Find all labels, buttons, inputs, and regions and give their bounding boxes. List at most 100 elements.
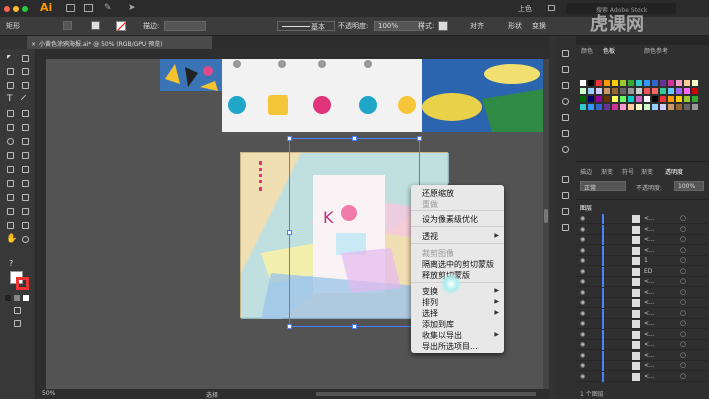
color-swatch[interactable] xyxy=(636,88,642,94)
menu-item-export-selection[interactable]: 导出所选项目... xyxy=(422,341,478,352)
color-swatch[interactable] xyxy=(668,88,674,94)
brushes-panel-icon[interactable] xyxy=(562,98,569,105)
color-swatch[interactable] xyxy=(588,88,594,94)
color-swatch[interactable] xyxy=(676,96,682,102)
color-swatch[interactable] xyxy=(604,96,610,102)
close-window-button[interactable] xyxy=(4,6,10,12)
menu-item-isolate-clipping-mask[interactable]: 隔离选中的剪切蒙版 xyxy=(422,259,494,270)
color-swatch[interactable] xyxy=(652,80,658,86)
rotate-tool-icon[interactable] xyxy=(7,138,14,145)
shape-builder-tool-icon[interactable] xyxy=(7,166,14,173)
visibility-eye-icon[interactable]: ◉ xyxy=(580,268,585,275)
color-swatch[interactable] xyxy=(580,80,586,86)
symbol-sprayer-tool-icon[interactable] xyxy=(7,208,14,215)
pen-tool-icon[interactable] xyxy=(7,82,14,89)
color-swatch[interactable] xyxy=(668,104,674,110)
target-circle-icon[interactable]: ○ xyxy=(680,225,686,233)
color-swatch[interactable] xyxy=(612,80,618,86)
color-swatch[interactable] xyxy=(628,80,634,86)
eraser-tool-icon[interactable] xyxy=(22,124,29,131)
layer-row[interactable]: ◉ ED ○ xyxy=(576,266,709,277)
target-circle-icon[interactable]: ○ xyxy=(680,361,686,369)
resize-handle[interactable] xyxy=(287,230,292,235)
color-swatch[interactable] xyxy=(596,80,602,86)
menu-item-arrange[interactable]: 排列 xyxy=(422,297,438,308)
lasso-tool-icon[interactable] xyxy=(22,68,29,75)
type-tool-icon[interactable]: T xyxy=(7,94,13,104)
target-circle-icon[interactable]: ○ xyxy=(680,277,686,285)
style-swatch[interactable] xyxy=(438,21,448,31)
color-swatch[interactable] xyxy=(580,96,586,102)
menu-item-select[interactable]: 选择 xyxy=(422,308,438,319)
color-swatch[interactable] xyxy=(596,96,602,102)
resize-handle[interactable] xyxy=(352,136,357,141)
color-swatch[interactable] xyxy=(604,80,610,86)
color-swatch[interactable] xyxy=(628,104,634,110)
color-swatch[interactable] xyxy=(588,96,594,102)
visibility-eye-icon[interactable]: ◉ xyxy=(580,341,585,348)
paintbrush-tool-icon[interactable] xyxy=(22,110,29,117)
transform-icon[interactable] xyxy=(63,21,72,30)
help-icon[interactable]: ? xyxy=(9,259,13,268)
swatch-grid[interactable] xyxy=(580,80,706,130)
artboard-tool-icon[interactable] xyxy=(7,222,14,229)
vertical-scrollbar[interactable] xyxy=(543,59,549,389)
align-link[interactable]: 对齐 xyxy=(470,21,484,31)
stroke-color-swatch[interactable] xyxy=(16,277,29,290)
symbols-panel-icon[interactable] xyxy=(562,114,569,121)
brush-definition-select[interactable]: 基本 xyxy=(277,21,335,31)
tab-gradient-2[interactable]: 渐变 xyxy=(641,167,653,176)
selection-bounding-box[interactable] xyxy=(287,136,422,329)
layer-row[interactable]: ◉ <... ○ xyxy=(576,340,709,350)
target-circle-icon[interactable]: ○ xyxy=(680,319,686,327)
target-circle-icon[interactable]: ○ xyxy=(680,235,686,243)
fill-swatch[interactable] xyxy=(91,21,100,30)
color-swatch[interactable] xyxy=(676,88,682,94)
color-swatch[interactable] xyxy=(612,88,618,94)
tab-transparency[interactable]: 透明度 xyxy=(665,167,683,176)
color-swatch[interactable] xyxy=(684,88,690,94)
menu-item-collect-for-export[interactable]: 收集以导出 xyxy=(422,330,462,341)
gradient-mode-icon[interactable] xyxy=(14,295,20,301)
menu-item-pixel-optimize[interactable]: 设为像素级优化 xyxy=(422,214,478,225)
visibility-eye-icon[interactable]: ◉ xyxy=(580,320,585,327)
color-swatch[interactable] xyxy=(660,96,666,102)
bridge-icon[interactable] xyxy=(66,4,75,12)
scrollbar-thumb[interactable] xyxy=(544,209,548,223)
layer-row[interactable]: ◉ <... ○ xyxy=(576,287,709,298)
line-tool-icon[interactable] xyxy=(20,94,31,105)
visibility-eye-icon[interactable]: ◉ xyxy=(580,352,585,359)
tab-color-guide[interactable]: 颜色参考 xyxy=(644,46,668,55)
target-circle-icon[interactable]: ○ xyxy=(680,298,686,306)
target-circle-icon[interactable]: ○ xyxy=(680,256,686,264)
color-swatch[interactable] xyxy=(692,96,698,102)
color-swatch[interactable] xyxy=(580,104,586,110)
resize-handle[interactable] xyxy=(352,324,357,329)
color-swatch[interactable] xyxy=(676,104,682,110)
slice-tool-icon[interactable] xyxy=(22,222,29,229)
color-swatch[interactable] xyxy=(644,96,650,102)
visibility-eye-icon[interactable]: ◉ xyxy=(580,373,585,380)
target-circle-icon[interactable]: ○ xyxy=(680,267,686,275)
mesh-tool-icon[interactable] xyxy=(7,180,14,187)
workspace-title[interactable]: 上色 xyxy=(518,4,532,14)
color-swatch[interactable] xyxy=(684,96,690,102)
color-swatch[interactable] xyxy=(580,88,586,94)
color-swatch[interactable] xyxy=(612,104,618,110)
color-swatch[interactable] xyxy=(628,96,634,102)
screen-mode-icon[interactable] xyxy=(14,320,21,327)
color-swatch[interactable] xyxy=(668,96,674,102)
target-circle-icon[interactable]: ○ xyxy=(680,288,686,296)
color-swatch[interactable] xyxy=(676,80,682,86)
color-swatch[interactable] xyxy=(692,88,698,94)
tab-gradient[interactable]: 渐变 xyxy=(601,167,613,176)
horizontal-scrollbar[interactable] xyxy=(316,392,536,396)
color-swatch[interactable] xyxy=(660,104,666,110)
color-swatch[interactable] xyxy=(636,104,642,110)
perspective-grid-tool-icon[interactable] xyxy=(22,166,29,173)
shape-link[interactable]: 形状 xyxy=(508,21,522,31)
libraries-panel-icon[interactable] xyxy=(562,66,569,73)
none-mode-icon[interactable] xyxy=(23,295,29,301)
blend-mode-select[interactable]: 正常 xyxy=(580,181,626,192)
menu-item-perspective[interactable]: 透视 xyxy=(422,231,438,242)
